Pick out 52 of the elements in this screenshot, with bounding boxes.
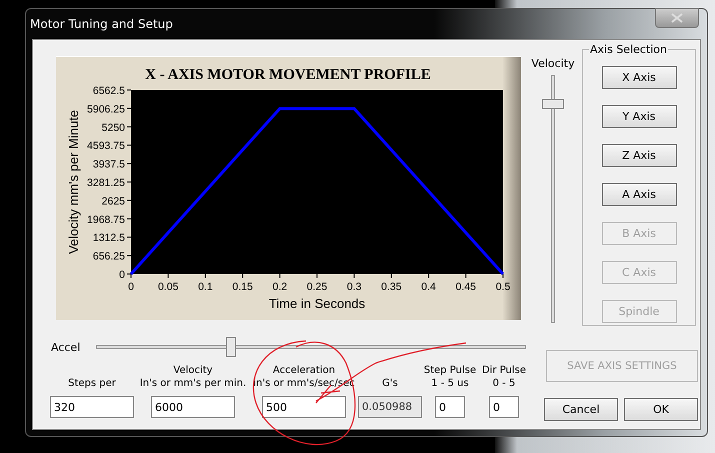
y-tick-label: 5250 — [102, 122, 125, 134]
window-title: Motor Tuning and Setup — [30, 17, 173, 31]
y-tick-label: 1968.75 — [87, 214, 125, 226]
x-tick-label: 0.5 — [496, 281, 510, 293]
x-tick-label: 0.45 — [456, 281, 476, 293]
dialog-button[interactable]: Cancel — [544, 398, 618, 421]
axis-button[interactable]: A Axis — [602, 183, 676, 206]
field-label: Steps per — [68, 377, 116, 390]
x-tick-label: 0.2 — [272, 281, 288, 293]
x-tick-label: 0.35 — [381, 281, 402, 293]
y-tick-label: 6562.5 — [92, 85, 125, 97]
input-field[interactable]: 0 — [435, 396, 465, 418]
x-axis-label: Time in Seconds — [268, 296, 366, 311]
y-tick-label: 656.25 — [92, 250, 125, 263]
x-tick-label: 0.4 — [421, 281, 436, 293]
group-title: Axis Selection — [589, 43, 668, 56]
y-tick-label: 2625 — [102, 195, 125, 208]
dialog-button[interactable]: OK — [624, 398, 698, 421]
field-label: Velocity In's or mm's per min. — [140, 364, 246, 390]
x-tick-label: 0.15 — [232, 281, 253, 293]
y-tick-label: 0 — [119, 269, 125, 281]
accel-slider-label: Accel — [51, 340, 80, 354]
slider-thumb[interactable] — [542, 98, 564, 109]
input-field[interactable]: 0 — [489, 396, 519, 418]
input-field[interactable]: 6000 — [151, 396, 235, 418]
input-field[interactable]: 500 — [262, 396, 346, 418]
y-axis-label: Velocity mm's per Minute — [66, 110, 81, 254]
slider-thumb[interactable] — [226, 337, 236, 357]
input-field[interactable]: 0.050988 — [358, 396, 422, 418]
x-tick-label: 0.1 — [198, 281, 213, 293]
axis-button[interactable]: Z Axis — [602, 144, 676, 167]
y-tick-label: 3937.5 — [92, 158, 125, 171]
velocity-slider[interactable] — [542, 75, 564, 323]
field-label: G's — [382, 377, 398, 390]
y-tick-label: 3281.25 — [87, 177, 125, 189]
x-tick-label: 0.3 — [346, 281, 362, 293]
accel-slider[interactable] — [96, 337, 526, 357]
field-label: Dir Pulse 0 - 5 — [482, 364, 526, 390]
x-tick-label: 0.05 — [158, 281, 178, 293]
y-tick-label: 4593.75 — [87, 140, 125, 152]
close-button[interactable] — [655, 8, 699, 28]
axis-button[interactable]: X Axis — [602, 66, 676, 89]
x-tick-label: 0 — [128, 281, 134, 293]
field-label: Step Pulse 1 - 5 us — [424, 364, 476, 390]
velocity-slider-label: Velocity — [531, 57, 575, 70]
axis-button[interactable]: Y Axis — [602, 105, 676, 128]
close-icon — [671, 13, 683, 23]
x-tick-label: 0.25 — [306, 281, 328, 293]
input-field[interactable]: 320 — [50, 396, 134, 418]
y-tick-label: 5906.25 — [87, 103, 125, 116]
chart-title: X - AXIS MOTOR MOVEMENT PROFILE — [145, 67, 431, 83]
y-tick-label: 1312.5 — [92, 232, 125, 244]
